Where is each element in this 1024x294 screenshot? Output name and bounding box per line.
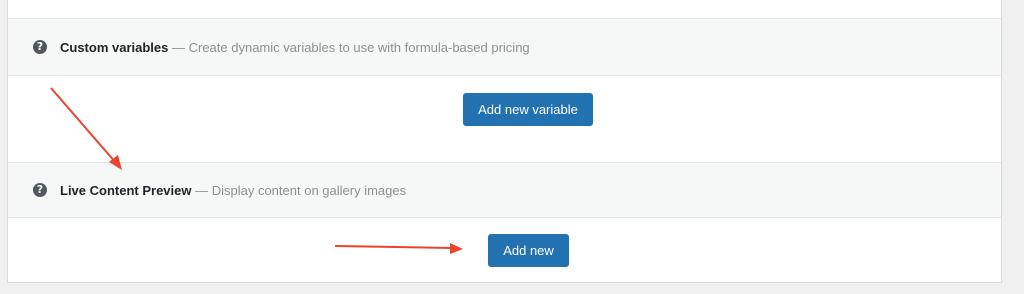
arrow-pointing-to-live-content-preview: [50, 87, 122, 170]
annotation-arrows: [50, 87, 463, 254]
arrow-pointing-to-add-new-button: [334, 243, 463, 254]
